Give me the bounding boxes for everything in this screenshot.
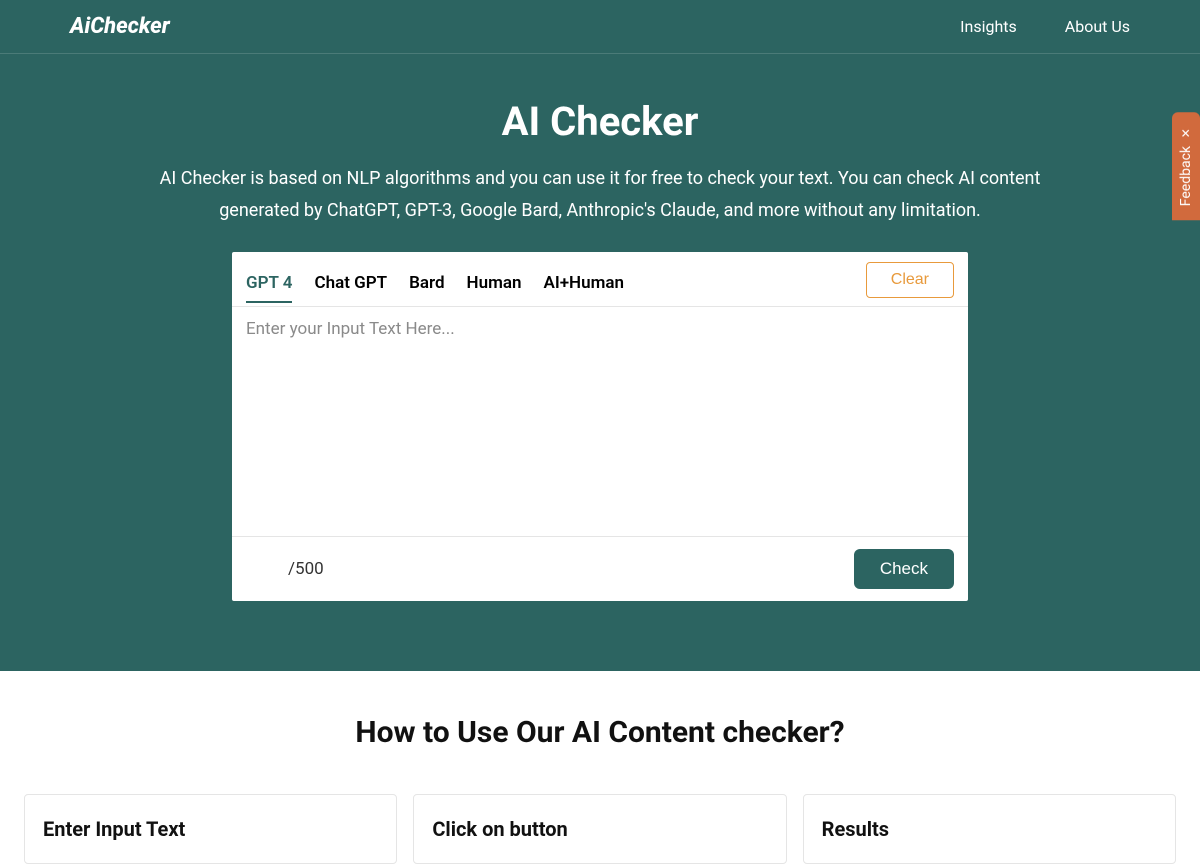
main-nav: Insights About Us — [960, 17, 1130, 36]
card-title: Results — [822, 817, 1157, 841]
feedback-tab[interactable]: Feedback ✕ — [1172, 112, 1200, 220]
how-to-card: Enter Input Text — [24, 794, 397, 864]
panel-footer: /500 Check — [232, 536, 968, 601]
how-to-cards: Enter Input Text Click on button Results — [0, 794, 1200, 864]
input-textarea[interactable] — [232, 306, 968, 532]
check-button[interactable]: Check — [854, 549, 954, 589]
page-subtitle: AI Checker is based on NLP algorithms an… — [130, 163, 1070, 226]
page-title: AI Checker — [0, 98, 1200, 145]
feedback-icon: ✕ — [1179, 126, 1193, 140]
tab-human[interactable]: Human — [467, 265, 522, 303]
nav-link-about[interactable]: About Us — [1065, 17, 1130, 36]
how-to-title: How to Use Our AI Content checker? — [0, 715, 1200, 750]
how-to-section: How to Use Our AI Content checker? Enter… — [0, 671, 1200, 864]
tab-gpt4[interactable]: GPT 4 — [246, 265, 292, 303]
how-to-card: Results — [803, 794, 1176, 864]
tab-bard[interactable]: Bard — [409, 265, 444, 303]
checker-panel: GPT 4 Chat GPT Bard Human AI+Human Clear… — [232, 252, 968, 601]
how-to-card: Click on button — [413, 794, 786, 864]
tab-chatgpt[interactable]: Chat GPT — [314, 265, 387, 303]
tabs-row: GPT 4 Chat GPT Bard Human AI+Human Clear — [232, 252, 968, 306]
clear-button[interactable]: Clear — [866, 262, 954, 298]
logo[interactable]: AiChecker — [70, 14, 170, 39]
main-header: AiChecker Insights About Us — [0, 0, 1200, 54]
nav-link-insights[interactable]: Insights — [960, 17, 1017, 36]
tabs: GPT 4 Chat GPT Bard Human AI+Human — [246, 265, 624, 303]
word-counter: /500 — [246, 559, 324, 579]
card-title: Click on button — [432, 817, 767, 841]
card-title: Enter Input Text — [43, 817, 378, 841]
logo-text: AiChecker — [70, 14, 170, 39]
feedback-label: Feedback — [1178, 146, 1194, 206]
hero-section: AI Checker AI Checker is based on NLP al… — [0, 54, 1200, 671]
tab-ai-human[interactable]: AI+Human — [543, 265, 624, 303]
